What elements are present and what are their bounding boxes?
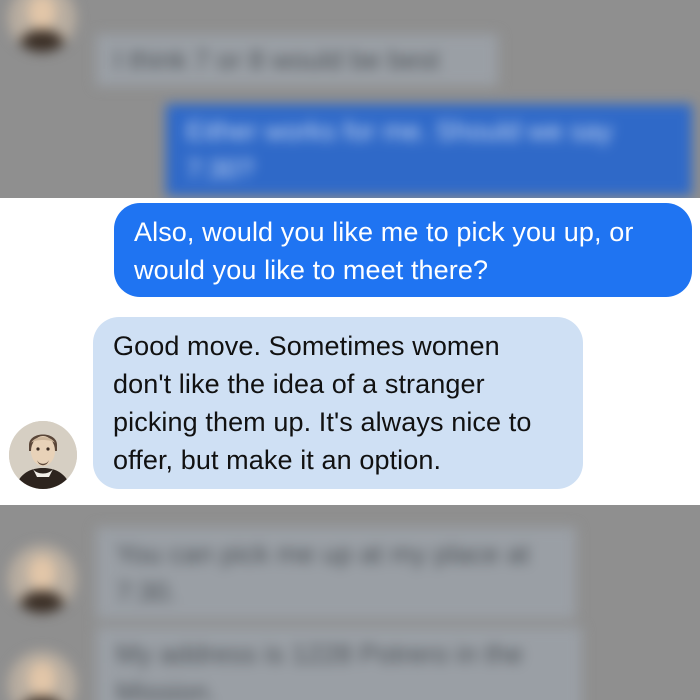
avatar-icon — [8, 545, 76, 613]
blurred-incoming-text: You can pick me up at my place at 7:30. — [116, 539, 530, 607]
incoming-message-bubble[interactable]: Good move. Sometimes women don't like th… — [93, 317, 583, 489]
sender-avatar[interactable] — [9, 421, 77, 489]
avatar-icon — [8, 651, 76, 700]
blurred-history-top: I think 7 or 8 would be best Either work… — [0, 0, 700, 198]
avatar-icon — [8, 0, 76, 52]
outgoing-message-bubble[interactable]: Also, would you like me to pick you up, … — [114, 203, 692, 297]
blurred-outgoing-bubble: Either works for me. Should we say 7:30? — [166, 104, 692, 196]
blurred-incoming-bubble: You can pick me up at my place at 7:30. — [96, 527, 576, 619]
incoming-message-text: Good move. Sometimes women don't like th… — [113, 331, 532, 475]
blurred-incoming-bubble: I think 7 or 8 would be best — [96, 34, 498, 86]
blurred-incoming-text: My address is 1228 Potrero in the Missio… — [116, 639, 524, 700]
blurred-incoming-text: I think 7 or 8 would be best — [114, 45, 440, 75]
shakespeare-portrait-icon — [8, 0, 76, 52]
blurred-outgoing-text: Either works for me. Should we say 7:30? — [186, 116, 613, 184]
blurred-history-bottom: You can pick me up at my place at 7:30. … — [0, 505, 700, 700]
shakespeare-portrait-icon — [9, 421, 77, 489]
blurred-incoming-bubble: My address is 1228 Potrero in the Missio… — [96, 627, 582, 700]
outgoing-message-text: Also, would you like me to pick you up, … — [134, 217, 634, 285]
shakespeare-portrait-icon — [8, 651, 76, 700]
shakespeare-portrait-icon — [8, 545, 76, 613]
